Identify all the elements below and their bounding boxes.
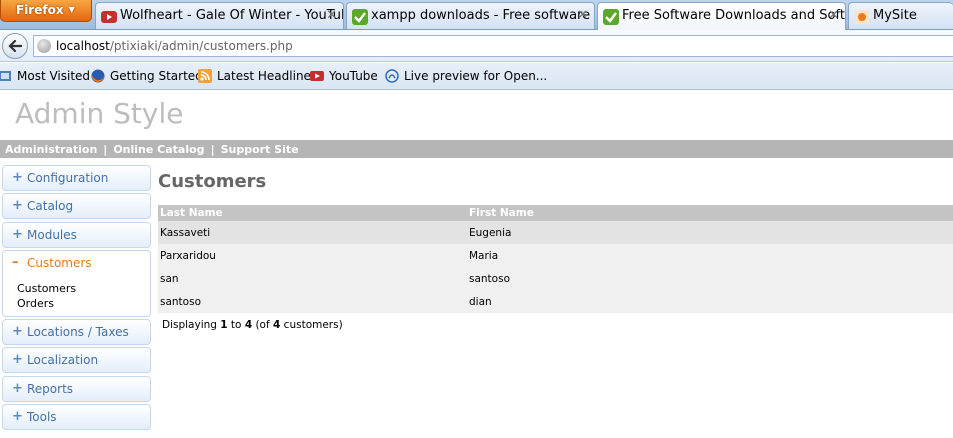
browser-tab[interactable]: xampp downloads - Free software do... ✕ (346, 2, 595, 29)
browser-tab[interactable]: MySite (848, 2, 953, 29)
firefox-menu-label: Firefox (16, 3, 64, 17)
url-host: localhost (56, 39, 110, 53)
sidebar-item-reports[interactable]: + Reports (2, 376, 151, 402)
bookmark-label: Getting Started (110, 69, 203, 83)
chevron-down-icon: ▼ (68, 5, 75, 14)
close-tab-icon[interactable]: ✕ (828, 8, 839, 23)
table-header-row: Last Name First Name (158, 205, 953, 221)
bookmark-youtube[interactable]: YouTube (310, 69, 378, 83)
link-separator: | (210, 143, 215, 156)
expand-icon: + (12, 352, 23, 367)
close-tab-icon[interactable]: ✕ (577, 8, 588, 23)
most-visited-icon (0, 71, 11, 81)
back-button[interactable] (2, 33, 28, 59)
firefox-icon (91, 69, 105, 83)
sidebar-item-tools[interactable]: + Tools (2, 404, 151, 430)
collapse-icon: – (12, 255, 19, 270)
sidebar-item-catalog[interactable]: + Catalog (2, 193, 151, 219)
sidebar-item-label: Customers (27, 256, 92, 270)
browser-tab-bar: Firefox ▼ Wolfheart - Gale Of Winter - Yo… (0, 0, 953, 30)
column-header-first-name[interactable]: First Name (467, 205, 953, 221)
sidebar-item-label: Localization (27, 353, 99, 367)
tab-title: Wolfheart - Gale Of Winter - YouTube (120, 8, 344, 23)
cell-first-name: dian (467, 290, 953, 313)
sidebar-item-label: Modules (27, 228, 77, 242)
bookmark-latest-headlines[interactable]: Latest Headlines (198, 69, 317, 83)
bookmark-most-visited[interactable]: Most Visited (0, 69, 90, 83)
link-online-catalog[interactable]: Online Catalog (113, 143, 204, 156)
close-tab-icon[interactable]: ✕ (326, 8, 337, 23)
sidebar-subitem-orders[interactable]: Orders (17, 297, 54, 310)
site-icon (855, 10, 869, 24)
content-title: Customers (158, 171, 267, 192)
navigation-bar: localhost/ptixiaki/admin/customers.php (0, 30, 953, 62)
sidebar-item-customers[interactable]: – Customers Customers Orders (2, 250, 151, 317)
expand-icon: + (12, 409, 23, 424)
expand-icon: + (12, 324, 23, 339)
summary-text: (of (252, 319, 274, 331)
download-check-icon (603, 9, 619, 25)
tab-title: Free Software Downloads and Softwa... (622, 8, 845, 23)
admin-top-links: Administration | Online Catalog | Support Si… (0, 140, 953, 158)
cell-first-name: santoso (467, 267, 953, 290)
page-heading: Admin Style (15, 97, 184, 130)
browser-tab[interactable]: Wolfheart - Gale Of Winter - YouTube ✕ (95, 2, 344, 29)
table-row[interactable]: Kassaveti Eugenia (158, 221, 953, 244)
sidebar-item-configuration[interactable]: + Configuration (2, 165, 151, 191)
tab-title: MySite (873, 8, 917, 23)
bookmarks-toolbar: Most Visited Getting Started Latest Head… (0, 63, 953, 90)
link-administration[interactable]: Administration (5, 143, 97, 156)
link-separator: | (103, 143, 108, 156)
sidebar-item-locations-taxes[interactable]: + Locations / Taxes (2, 319, 151, 345)
cell-last-name: san (158, 267, 467, 290)
browser-tab-active[interactable]: Free Software Downloads and Softwa... ✕ (597, 2, 846, 30)
summary-text: to (227, 319, 245, 331)
cell-last-name: Kassaveti (158, 221, 467, 244)
rss-icon (198, 69, 212, 83)
cell-last-name: Parxaridou (158, 244, 467, 267)
sidebar-subitem-customers[interactable]: Customers (17, 282, 76, 295)
summary-from: 1 (220, 319, 228, 331)
bookmark-label: Latest Headlines (217, 69, 318, 83)
table-row[interactable]: santoso dian (158, 290, 953, 313)
youtube-icon (310, 71, 324, 81)
firefox-menu-button[interactable]: Firefox ▼ (0, 0, 92, 22)
bookmark-label: Most Visited (17, 69, 91, 83)
url-path: /ptixiaki/admin/customers.php (109, 39, 293, 53)
download-check-icon (352, 9, 368, 25)
table-row[interactable]: Parxaridou Maria (158, 244, 953, 267)
table-row[interactable]: san santoso (158, 267, 953, 290)
preview-icon (385, 69, 399, 83)
bookmark-label: YouTube (329, 69, 378, 83)
cell-first-name: Maria (467, 244, 953, 267)
expand-icon: + (12, 381, 23, 396)
bookmark-live-preview[interactable]: Live preview for Open... (385, 69, 547, 83)
sidebar-item-localization[interactable]: + Localization (2, 347, 151, 373)
tab-title: xampp downloads - Free software do... (371, 8, 594, 23)
sidebar-item-label: Locations / Taxes (27, 325, 129, 339)
bookmark-getting-started[interactable]: Getting Started (91, 69, 203, 83)
summary-text: Displaying (162, 319, 221, 331)
sidebar-item-modules[interactable]: + Modules (2, 222, 151, 248)
back-arrow-icon (8, 39, 23, 53)
expand-icon: + (12, 170, 23, 185)
customers-table: Last Name First Name Kassaveti Eugenia P… (158, 205, 953, 313)
results-summary: Displaying 1 to 4 (of 4 customers) (162, 319, 343, 331)
sidebar-item-label: Reports (27, 382, 74, 396)
cell-last-name: santoso (158, 290, 467, 313)
sidebar-item-label: Tools (27, 410, 57, 424)
address-bar[interactable]: localhost/ptixiaki/admin/customers.php (33, 35, 953, 57)
expand-icon: + (12, 198, 23, 213)
bookmark-label: Live preview for Open... (404, 69, 548, 83)
expand-icon: + (12, 227, 23, 242)
column-header-last-name[interactable]: Last Name (158, 205, 467, 221)
url-text: localhost/ptixiaki/admin/customers.php (56, 39, 293, 53)
site-identity-icon[interactable] (37, 39, 51, 53)
link-support-site[interactable]: Support Site (221, 143, 299, 156)
sidebar-item-label: Configuration (27, 171, 109, 185)
summary-text: customers) (280, 319, 343, 331)
sidebar-item-label: Catalog (27, 199, 74, 213)
youtube-icon (101, 11, 117, 23)
cell-first-name: Eugenia (467, 221, 953, 244)
